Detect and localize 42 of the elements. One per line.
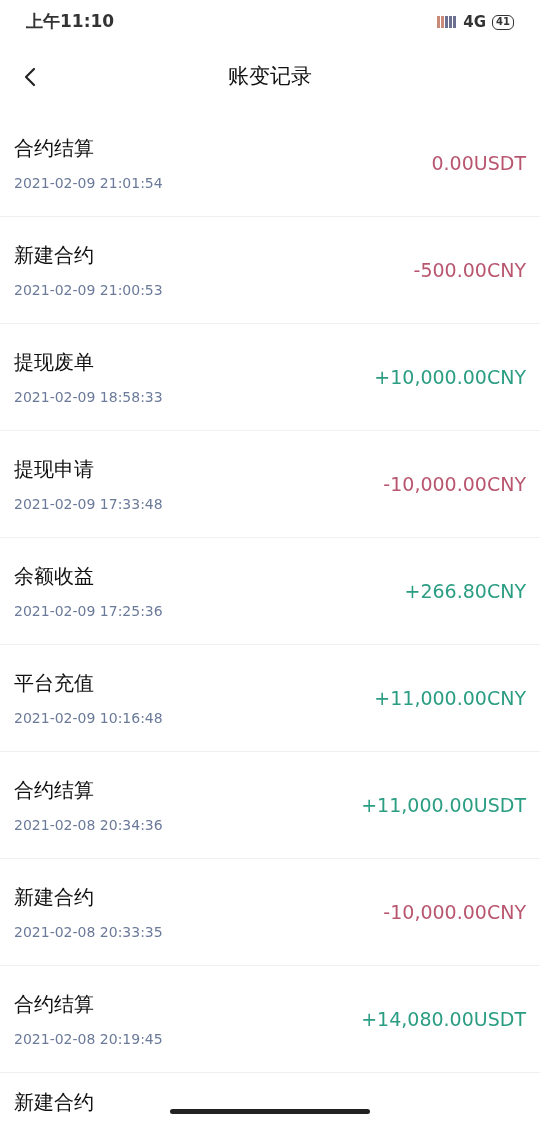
record-time: 2021-02-09 17:33:48 [14, 494, 163, 514]
record-amount: -10,000.00CNY [383, 471, 526, 497]
record-time: 2021-02-08 20:33:35 [14, 922, 163, 942]
record-time: 2021-02-08 20:19:45 [14, 1029, 163, 1049]
battery-icon: 41 [492, 14, 514, 30]
record-title: 合约结算 [14, 134, 95, 162]
record-time: 2021-02-08 20:34:36 [14, 815, 163, 835]
record-time: 2021-02-09 21:00:53 [14, 280, 163, 300]
record-amount: 0.00USDT [431, 150, 526, 176]
record-row[interactable]: 提现废单 2021-02-09 18:58:33 +10,000.00CNY [0, 324, 540, 431]
record-amount: +11,000.00USDT [361, 792, 526, 818]
record-row[interactable]: 合约结算 2021-02-08 20:19:45 +14,080.00USDT [0, 966, 540, 1073]
record-title: 新建合约 [14, 1090, 94, 1114]
record-time: 2021-02-09 10:16:48 [14, 708, 163, 728]
record-time: 2021-02-09 18:58:33 [14, 387, 163, 407]
page-title: 账变记录 [228, 63, 312, 91]
record-title: 合约结算 [14, 776, 95, 804]
record-row[interactable]: 新建合约 2021-02-08 20:33:35 -10,000.00CNY [0, 859, 540, 966]
record-amount: -500.00CNY [413, 257, 526, 283]
record-row[interactable]: 新建合约 2021-02-09 21:00:53 -500.00CNY [0, 217, 540, 324]
record-title: 平台充值 [14, 669, 95, 697]
record-title: 合约结算 [14, 990, 95, 1018]
record-amount: +14,080.00USDT [361, 1006, 526, 1032]
record-row[interactable]: 余额收益 2021-02-09 17:25:36 +266.80CNY [0, 538, 540, 645]
record-row[interactable]: 合约结算 2021-02-09 21:01:54 0.00USDT [0, 110, 540, 217]
network-label: 4G [463, 11, 487, 33]
record-amount: -10,000.00CNY [383, 899, 526, 925]
record-amount: +11,000.00CNY [374, 685, 526, 711]
record-row[interactable]: 提现申请 2021-02-09 17:33:48 -10,000.00CNY [0, 431, 540, 538]
status-time: 上午11:10 [26, 10, 115, 34]
signal-icon [437, 14, 458, 30]
record-title: 提现废单 [14, 348, 95, 376]
record-amount: +266.80CNY [404, 578, 526, 604]
record-title: 新建合约 [14, 241, 95, 269]
record-title: 提现申请 [14, 455, 95, 483]
record-time: 2021-02-09 21:01:54 [14, 173, 163, 193]
record-row[interactable]: 合约结算 2021-02-08 20:34:36 +11,000.00USDT [0, 752, 540, 859]
record-time: 2021-02-09 17:25:36 [14, 601, 163, 621]
record-title: 新建合约 [14, 883, 95, 911]
record-row[interactable]: 平台充值 2021-02-09 10:16:48 +11,000.00CNY [0, 645, 540, 752]
record-title: 余额收益 [14, 562, 95, 590]
record-amount: +10,000.00CNY [374, 364, 526, 390]
